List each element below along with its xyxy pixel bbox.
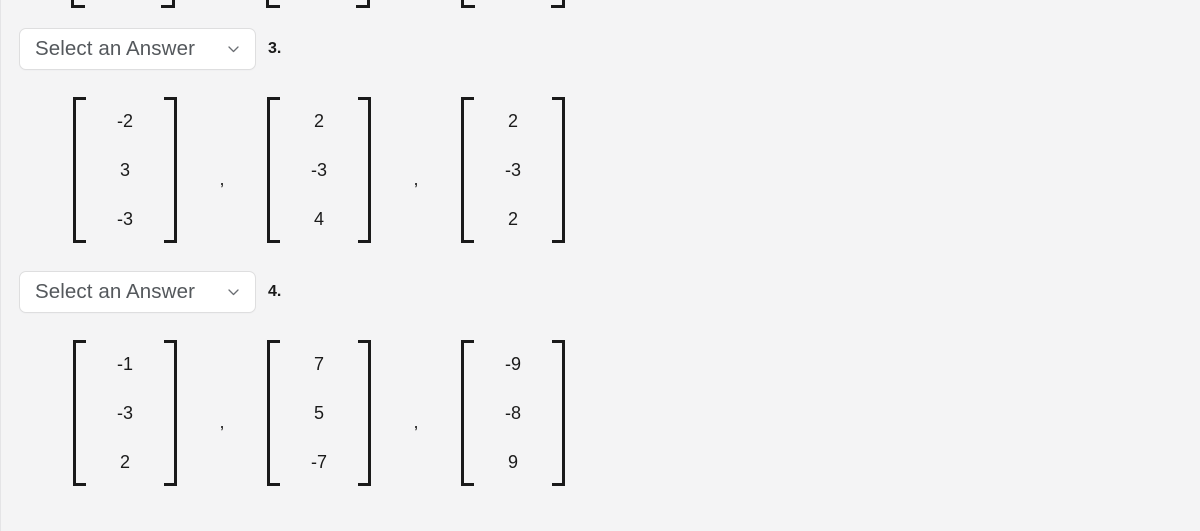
- answer-select-label-4: Select an Answer: [35, 280, 195, 303]
- matrix-cell: -3: [116, 208, 133, 229]
- matrix-cell: 9: [507, 451, 518, 472]
- matrix-3-1: -2 3 -3: [73, 97, 177, 243]
- chevron-down-icon[interactable]: [227, 286, 240, 299]
- matrix-cell: 2: [507, 111, 518, 132]
- matrix-cell: 4: [313, 208, 324, 229]
- worksheet-page: Select an Answer 3. -2 3 -3 , 2 -3 4 , 2…: [0, 0, 1200, 531]
- chevron-down-icon[interactable]: [227, 43, 240, 56]
- matrix-cell: -7: [310, 451, 327, 472]
- clipped-bracket-left-icon: [461, 0, 475, 8]
- matrix-group-4: -1 -3 2 , 7 5 -7 , -9 -8 9: [73, 340, 565, 486]
- matrix-3-2: 2 -3 4: [267, 97, 371, 243]
- matrix-cell: -3: [310, 159, 327, 180]
- matrix-cell: 2: [313, 111, 324, 132]
- clipped-bracket-right-icon: [551, 0, 565, 8]
- matrix-cell: -3: [116, 402, 133, 423]
- matrix-cell: -9: [504, 354, 521, 375]
- matrix-separator: ,: [219, 411, 225, 432]
- clipped-bracket-right-icon: [161, 0, 175, 8]
- clipped-bracket-left-icon: [71, 0, 85, 8]
- matrix-3-3: 2 -3 2: [461, 97, 565, 243]
- answer-row-4: Select an Answer 4.: [19, 271, 281, 313]
- matrix-cell: -1: [116, 354, 133, 375]
- matrix-4-2: 7 5 -7: [267, 340, 371, 486]
- matrix-4-1: -1 -3 2: [73, 340, 177, 486]
- matrix-cell: 7: [313, 354, 324, 375]
- matrix-cell: 5: [313, 402, 324, 423]
- clipped-bracket-left-icon: [266, 0, 280, 8]
- question-number-4: 4.: [268, 283, 282, 300]
- question-number-3: 3.: [268, 40, 282, 57]
- matrix-cell: 2: [507, 208, 518, 229]
- matrix-separator: ,: [413, 411, 419, 432]
- answer-select-label-3: Select an Answer: [35, 37, 195, 60]
- answer-select-4[interactable]: Select an Answer: [19, 271, 256, 313]
- matrix-group-3: -2 3 -3 , 2 -3 4 , 2 -3 2: [73, 97, 565, 243]
- matrix-cell: -3: [504, 159, 521, 180]
- matrix-cell: 2: [119, 451, 130, 472]
- matrix-cell: -8: [504, 402, 521, 423]
- matrix-separator: ,: [413, 168, 419, 189]
- matrix-cell: -2: [116, 111, 133, 132]
- matrix-4-3: -9 -8 9: [461, 340, 565, 486]
- answer-row-3: Select an Answer 3.: [19, 28, 281, 70]
- matrix-separator: ,: [219, 168, 225, 189]
- answer-select-3[interactable]: Select an Answer: [19, 28, 256, 70]
- matrix-cell: 3: [119, 159, 130, 180]
- clipped-matrix-brackets: [1, 0, 1200, 8]
- clipped-bracket-right-icon: [356, 0, 370, 8]
